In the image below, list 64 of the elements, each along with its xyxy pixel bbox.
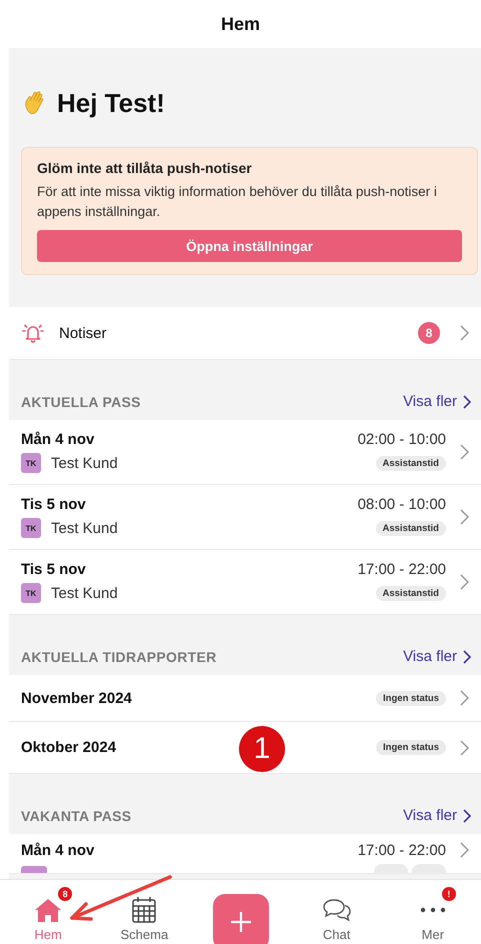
shift-row[interactable]: Mån 4 nov 17:00 - 22:00 xyxy=(9,834,481,874)
customer-initials-avatar: TK xyxy=(21,583,41,603)
shift-date: Tis 5 nov xyxy=(21,496,87,513)
shift-time: 02:00 - 10:00 xyxy=(358,431,446,448)
notifications-label: Notiser xyxy=(59,324,108,342)
shift-date: Tis 5 nov xyxy=(21,561,87,578)
more-dots-icon xyxy=(420,907,446,913)
home-icon xyxy=(34,897,62,923)
shift-row[interactable]: Mån 4 nov 02:00 - 10:00 TK Test Kund Assistanstid xyxy=(9,420,481,485)
chevron-right-icon xyxy=(460,574,469,590)
customer-initials-avatar: TK xyxy=(21,453,41,473)
chevron-right-icon xyxy=(460,690,469,706)
chevron-right-icon xyxy=(460,740,469,756)
shift-row[interactable]: Tis 5 nov 08:00 - 10:00 TK Test Kund Assistanstid xyxy=(9,485,481,550)
shift-type-tag: Assistanstid xyxy=(376,456,446,470)
chevron-right-icon xyxy=(463,394,471,408)
section-heading: AKTUELLA PASS xyxy=(21,394,141,410)
time-report-row[interactable]: November 2024 Ingen status xyxy=(9,675,481,722)
tab-badge: ! xyxy=(442,887,456,901)
tab-badge: 8 xyxy=(58,887,72,901)
shift-time: 17:00 - 22:00 xyxy=(358,842,446,859)
greeting-heading: Hej Test! xyxy=(57,88,165,119)
screen-title: Hem xyxy=(220,14,260,34)
notifications-row[interactable]: Notiser 8 xyxy=(9,307,481,360)
calendar-icon xyxy=(131,896,158,924)
notice-title: Glöm inte att tillåta push-notiser xyxy=(37,160,253,176)
chevron-right-icon xyxy=(463,808,471,822)
show-more-link[interactable]: Visa fler xyxy=(403,807,471,824)
section-heading: VAKANTA PASS xyxy=(21,808,132,824)
time-report-row[interactable]: Oktober 2024 1 Ingen status xyxy=(9,722,481,774)
tab-item[interactable]: 8 Hem xyxy=(0,880,96,944)
tab-item[interactable]: ! Mer xyxy=(384,880,481,944)
report-status-tag: Ingen status xyxy=(376,740,446,755)
shift-date: Mån 4 nov xyxy=(21,431,96,448)
report-status-tag: Ingen status xyxy=(376,690,446,706)
shift-date: Mån 4 nov xyxy=(21,842,96,859)
notification-count-badge: 8 xyxy=(418,322,440,344)
shift-time: 17:00 - 22:00 xyxy=(358,561,446,578)
tab-item[interactable]: Schema xyxy=(96,880,192,944)
customer-name: Test Kund xyxy=(51,454,119,472)
shift-time: 08:00 - 10:00 xyxy=(358,496,446,513)
step-number-marker: 1 xyxy=(239,726,285,772)
customer-name: Test Kund xyxy=(51,584,119,602)
show-more-link[interactable]: Visa fler xyxy=(403,648,471,665)
chevron-right-icon xyxy=(463,650,471,664)
bell-icon xyxy=(21,322,45,344)
tab-item[interactable]: Chat xyxy=(288,880,385,944)
chat-bubbles-icon xyxy=(322,897,352,923)
shift-type-tag: Assistanstid xyxy=(376,586,446,600)
shift-type-tag: Assistanstid xyxy=(376,520,446,536)
shift-row[interactable]: Tis 5 nov 17:00 - 22:00 TK Test Kund Assistanstid xyxy=(9,550,481,615)
chevron-right-icon xyxy=(460,325,469,341)
section-heading: AKTUELLA TIDRAPPORTER xyxy=(21,649,217,665)
chevron-right-icon xyxy=(460,509,469,525)
chevron-right-icon xyxy=(460,444,469,460)
report-month: November 2024 xyxy=(21,690,132,706)
notice-text: För att inte missa viktig information behöver du tillåta push-notiser i appens inställningar. xyxy=(37,183,438,221)
report-month: Oktober 2024 xyxy=(21,739,116,756)
tab-item[interactable] xyxy=(212,894,268,944)
show-more-link[interactable]: Visa fler xyxy=(403,393,471,410)
customer-initials-avatar: TK xyxy=(21,518,41,538)
plus-icon xyxy=(230,911,252,933)
customer-name: Test Kund xyxy=(51,520,119,536)
chevron-right-icon xyxy=(460,842,469,858)
